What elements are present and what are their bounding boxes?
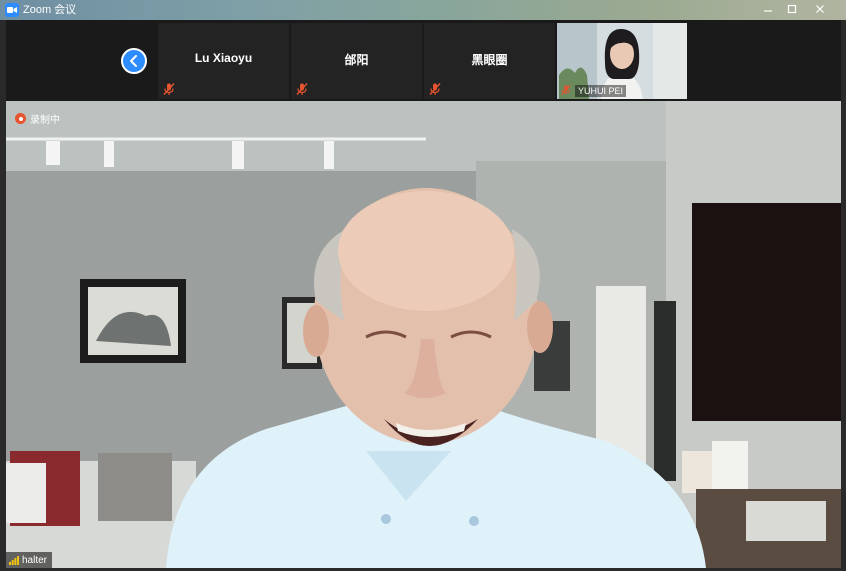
meeting-window: Lu Xiaoyu 邰阳 黑眼圈 YUHUI PEI 录制中 halter — [6, 20, 841, 568]
recording-label: 录制中 — [30, 115, 60, 126]
title-bar: Zoom 会议 — [0, 0, 846, 20]
recording-icon — [15, 113, 26, 124]
mic-muted-icon — [561, 84, 571, 96]
participant-name: 邰阳 — [344, 53, 369, 67]
mic-muted-icon — [429, 83, 441, 95]
close-icon[interactable] — [808, 0, 832, 18]
participant-name: YUHUI PEI — [575, 85, 627, 97]
signal-strength-icon — [9, 555, 19, 565]
participant-name: Lu Xiaoyu — [194, 51, 253, 65]
participant-name: 黑眼圈 — [471, 53, 508, 67]
maximize-icon[interactable] — [780, 0, 804, 18]
participant-video-tile[interactable]: YUHUI PEI — [557, 23, 687, 99]
recording-indicator[interactable]: 录制中 — [15, 111, 60, 126]
active-speaker-video[interactable]: 录制中 halter — [6, 101, 841, 568]
window-title: Zoom 会议 — [23, 4, 77, 16]
participant-tile[interactable]: Lu Xiaoyu — [158, 23, 289, 99]
speaker-name: halter — [22, 554, 48, 566]
chevron-left-icon[interactable] — [121, 48, 147, 74]
mic-muted-icon — [296, 83, 308, 95]
zoom-app-icon — [5, 3, 19, 17]
speaker-video-feed — [6, 101, 841, 568]
speaker-name-label: halter — [6, 552, 53, 568]
participant-tile[interactable]: 黑眼圈 — [424, 23, 555, 99]
minimize-icon[interactable] — [756, 0, 780, 18]
participant-tile[interactable]: 邰阳 — [291, 23, 422, 99]
gallery-strip: Lu Xiaoyu 邰阳 黑眼圈 YUHUI PEI — [6, 20, 841, 101]
mic-muted-icon — [163, 83, 175, 95]
